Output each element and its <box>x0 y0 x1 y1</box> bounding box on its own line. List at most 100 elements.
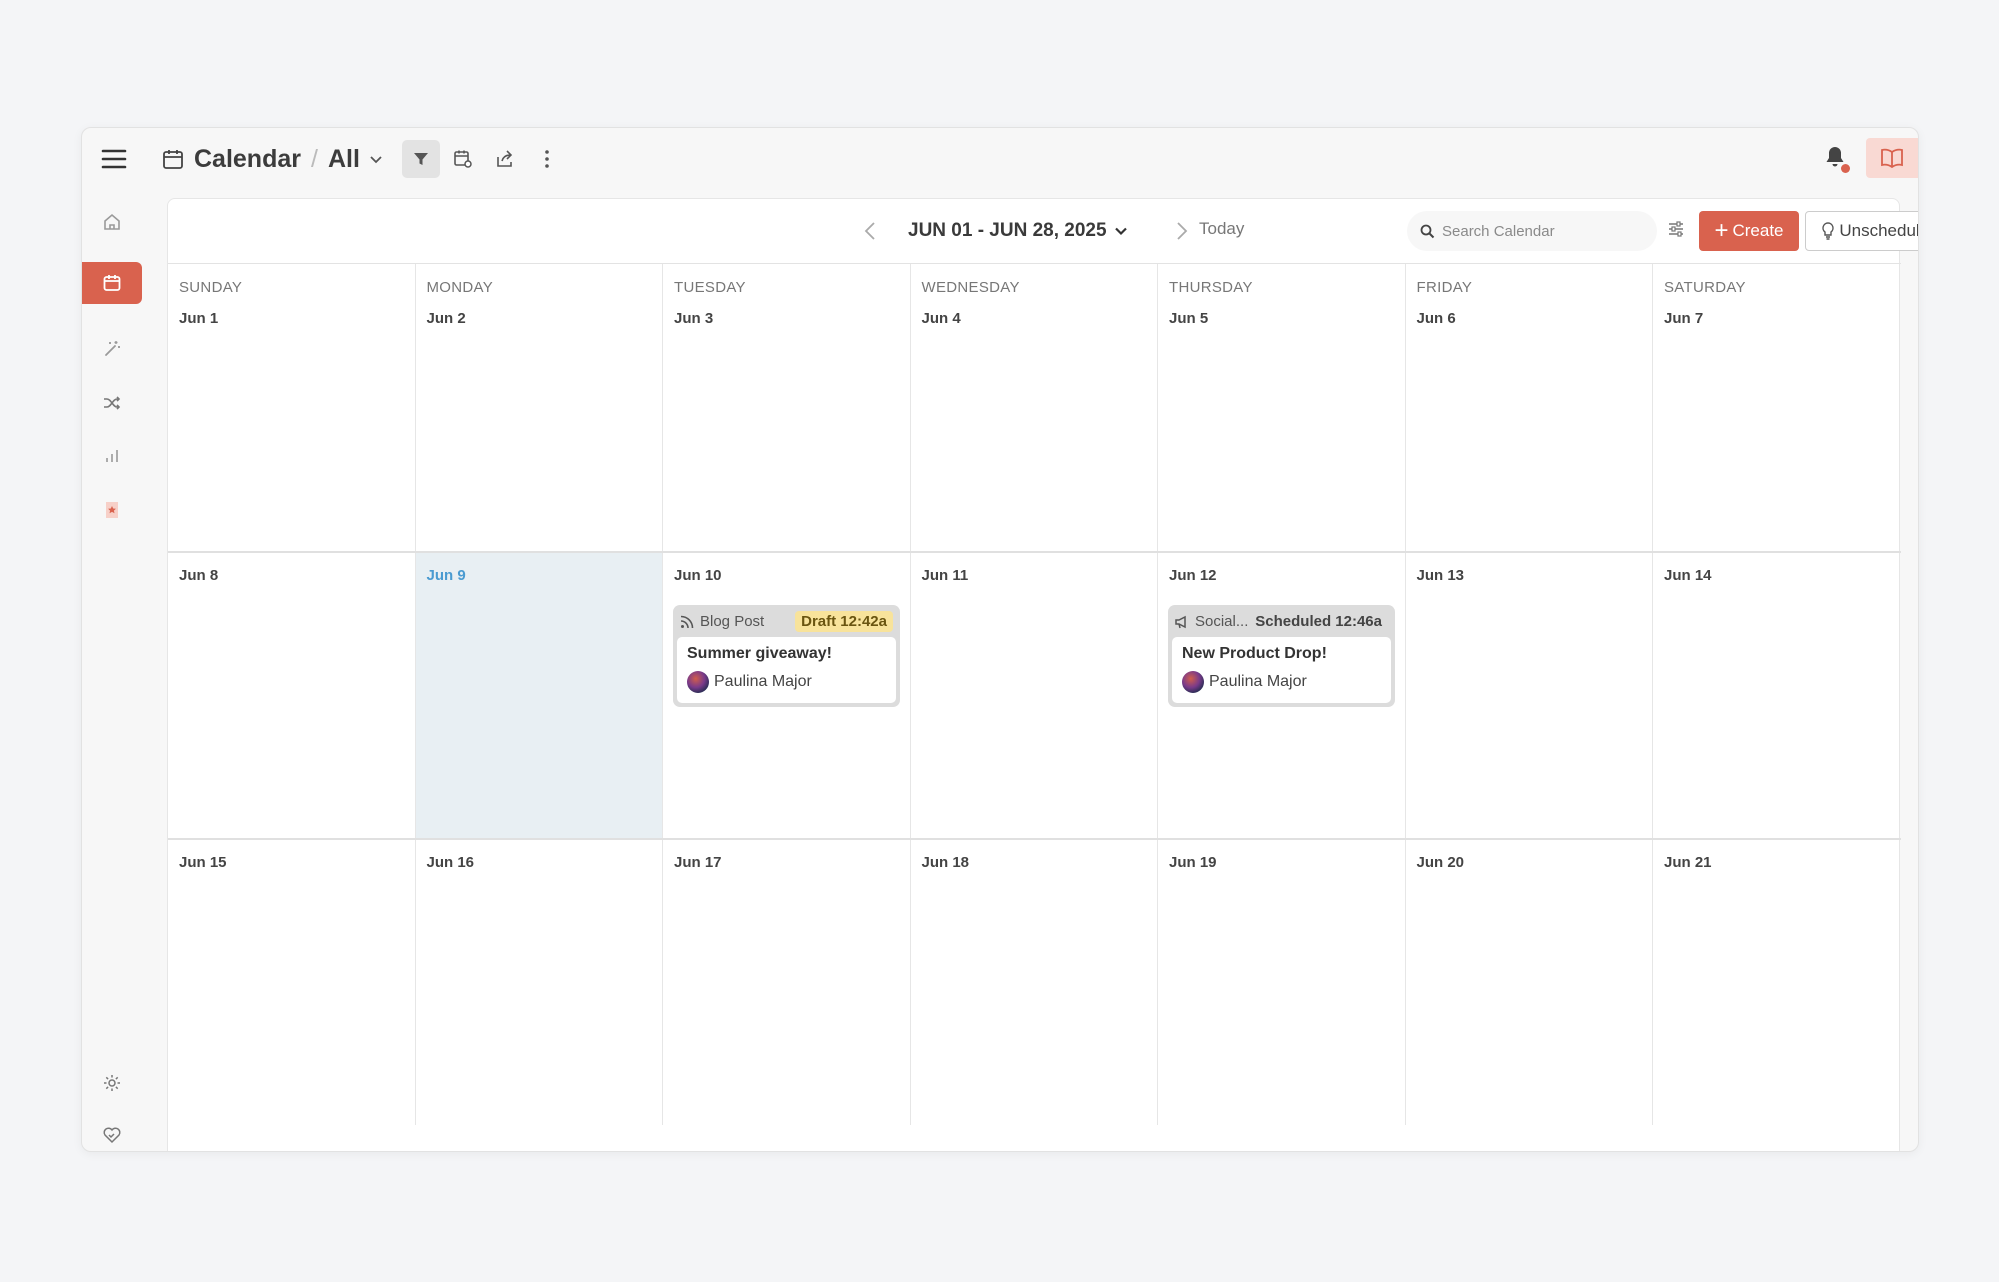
previous-range-button[interactable] <box>859 219 883 243</box>
view-options-button[interactable] <box>1666 219 1690 243</box>
day-number: Jun 20 <box>1416 854 1465 871</box>
day-number: Jun 11 <box>921 567 969 584</box>
day-number: Jun 18 <box>921 854 970 871</box>
avatar <box>687 671 709 693</box>
day-cell[interactable]: Jun 14 <box>1653 553 1901 838</box>
chevron-left-icon <box>864 222 875 240</box>
calendar-icon <box>103 275 121 291</box>
next-range-button[interactable] <box>1169 219 1193 243</box>
app-window: Calendar / All JUN 01 - JUN 28, 2025 Tod… <box>81 127 1919 1152</box>
sidebar-item-ideas[interactable] <box>82 328 142 370</box>
chevron-right-icon <box>1177 222 1188 240</box>
bar-chart-icon <box>106 450 118 462</box>
week-row: Jun 8 Jun 9 Jun 10 Blog Post Draft 12:42… <box>168 551 1901 838</box>
unscheduled-button[interactable]: Unscheduled <box>1805 211 1918 251</box>
search-input[interactable] <box>1442 222 1642 240</box>
search-box <box>1407 211 1657 251</box>
day-cell[interactable]: Jun 8 <box>168 553 416 838</box>
event-type: Social... <box>1175 613 1248 630</box>
date-range-selector[interactable]: JUN 01 - JUN 28, 2025 <box>908 217 1129 245</box>
calendar-panel: JUN 01 - JUN 28, 2025 Today + Create Uns… <box>167 198 1918 1151</box>
share-icon <box>497 150 513 167</box>
day-cell[interactable]: MONDAY Jun 2 <box>416 264 663 551</box>
day-number: Jun 4 <box>921 310 961 327</box>
day-number: Jun 16 <box>426 854 475 871</box>
lightbulb-icon <box>1822 222 1835 240</box>
today-button[interactable]: Today <box>1199 219 1244 239</box>
day-cell[interactable]: SUNDAY Jun 1 <box>168 264 416 551</box>
kebab-menu-icon <box>545 150 549 168</box>
event-type: Blog Post <box>680 613 764 630</box>
sidebar-item-home[interactable] <box>82 201 142 243</box>
day-number: Jun 12 <box>1169 567 1217 584</box>
day-cell[interactable]: WEDNESDAY Jun 4 <box>911 264 1158 551</box>
sidebar-item-settings[interactable] <box>82 1062 142 1104</box>
sidebar-item-support[interactable] <box>82 1114 142 1151</box>
author-name: Paulina Major <box>714 673 812 690</box>
weekday-header: FRIDAY <box>1416 279 1473 296</box>
event-header: Social... Scheduled 12:46a <box>1172 609 1391 634</box>
day-cell[interactable]: Jun 21 <box>1653 840 1901 1125</box>
event-card[interactable]: Social... Scheduled 12:46a New Product D… <box>1168 605 1395 707</box>
day-cell[interactable]: Jun 18 <box>911 840 1158 1125</box>
day-cell[interactable]: FRIDAY Jun 6 <box>1406 264 1653 551</box>
status-badge: Draft 12:42a <box>795 611 893 632</box>
event-author: Paulina Major <box>687 671 886 693</box>
day-cell[interactable]: Jun 11 <box>911 553 1158 838</box>
funnel-icon <box>414 153 428 165</box>
share-button[interactable] <box>486 140 524 178</box>
day-number: Jun 5 <box>1169 310 1209 327</box>
create-button-label: Create <box>1732 221 1784 240</box>
hamburger-menu-icon[interactable] <box>100 145 128 173</box>
calendar-settings-button[interactable] <box>444 140 482 178</box>
sidebar-item-calendar[interactable] <box>82 262 142 304</box>
calendar-icon <box>162 148 184 170</box>
plus-icon: + <box>1714 217 1729 244</box>
day-cell-today[interactable]: Jun 9 <box>415 553 663 838</box>
sidebar-item-workflows[interactable] <box>82 382 142 424</box>
more-options-button[interactable] <box>528 140 566 178</box>
shuffle-icon <box>104 396 121 410</box>
day-cell[interactable]: TUESDAY Jun 3 <box>663 264 911 551</box>
day-number: Jun 7 <box>1664 310 1704 327</box>
open-book-icon <box>1881 148 1903 169</box>
day-cell[interactable]: Jun 15 <box>168 840 416 1125</box>
avatar <box>1182 671 1204 693</box>
filter-button[interactable] <box>402 140 440 178</box>
day-cell[interactable]: Jun 10 Blog Post Draft 12:42a Summer giv… <box>663 553 911 838</box>
day-cell[interactable]: Jun 12 Social... Scheduled 12:46a New Pr… <box>1158 553 1406 838</box>
day-number: Jun 17 <box>674 854 722 871</box>
event-header: Blog Post Draft 12:42a <box>677 609 896 634</box>
day-cell[interactable]: SATURDAY Jun 7 <box>1653 264 1901 551</box>
day-number: Jun 3 <box>674 310 714 327</box>
view-selector[interactable]: All <box>328 145 384 174</box>
day-number: Jun 6 <box>1416 310 1456 327</box>
day-number: Jun 15 <box>179 854 227 871</box>
day-cell[interactable]: Jun 16 <box>416 840 663 1125</box>
calendar-gear-icon <box>454 150 472 168</box>
day-cell[interactable]: Jun 17 <box>663 840 911 1125</box>
heart-handshake-icon <box>103 1127 121 1144</box>
calendar-toolbar: JUN 01 - JUN 28, 2025 Today + Create Uns… <box>168 199 1918 263</box>
day-number: Jun 19 <box>1169 854 1217 871</box>
create-button[interactable]: + Create <box>1699 211 1799 251</box>
notifications-button[interactable] <box>1822 144 1852 174</box>
author-name: Paulina Major <box>1209 673 1307 690</box>
day-cell[interactable]: Jun 20 <box>1406 840 1653 1125</box>
weekday-header: THURSDAY <box>1169 279 1253 296</box>
guide-button[interactable] <box>1866 138 1918 178</box>
event-type-label: Blog Post <box>700 613 765 630</box>
weekday-header: WEDNESDAY <box>921 279 1020 296</box>
sidebar-item-analytics[interactable] <box>82 435 142 477</box>
day-number-today: Jun 9 <box>426 567 466 584</box>
day-cell[interactable]: Jun 19 <box>1158 840 1406 1125</box>
event-card[interactable]: Blog Post Draft 12:42a Summer giveaway! … <box>673 605 900 707</box>
week-row: SUNDAY Jun 1 MONDAY Jun 2 TUESDAY Jun 3 … <box>168 263 1901 551</box>
home-icon <box>104 213 120 230</box>
day-cell[interactable]: THURSDAY Jun 5 <box>1158 264 1406 551</box>
day-cell[interactable]: Jun 13 <box>1406 553 1653 838</box>
sidebar-item-brand[interactable] <box>82 489 142 531</box>
day-number: Jun 21 <box>1664 854 1712 871</box>
day-number: Jun 14 <box>1664 567 1712 584</box>
chevron-down-icon <box>370 156 382 164</box>
